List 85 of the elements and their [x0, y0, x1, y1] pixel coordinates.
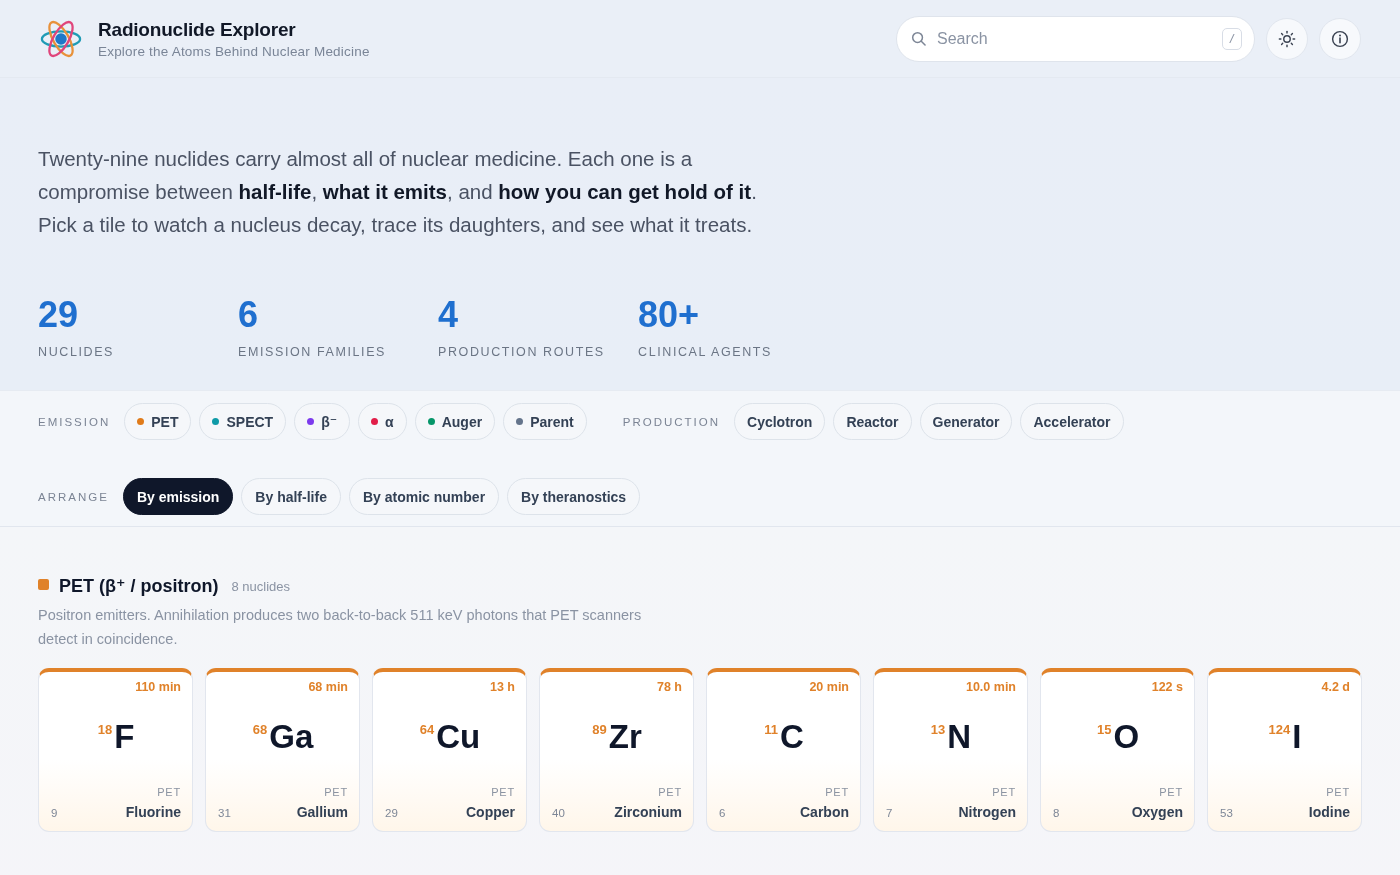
element-name: Oxygen [1131, 804, 1183, 820]
half-life-label: 13 h [490, 680, 515, 694]
emission-label: PET [491, 786, 515, 798]
filter-chip[interactable]: PET [124, 403, 192, 440]
shortcut-key: / [1222, 27, 1242, 50]
filter-chip[interactable]: Parent [503, 403, 587, 440]
element-symbol: N [947, 718, 972, 756]
stat-label: NUCLIDES [38, 345, 115, 359]
emission-label: PET [1326, 786, 1350, 798]
mass-number: 18 [97, 721, 113, 737]
element-symbol: C [779, 718, 804, 756]
search-icon [911, 30, 926, 46]
emission-label: PET [157, 786, 181, 798]
arrange-label: ARRANGE [38, 490, 109, 503]
stat-label: EMISSION FAMILIES [238, 345, 388, 359]
atomic-number: 31 [218, 807, 231, 819]
arrange-option[interactable]: By atomic number [348, 478, 500, 515]
half-life-label: 78 h [657, 680, 682, 694]
group-title: PET (β⁺ / positron) [59, 575, 219, 597]
atomic-number: 29 [385, 807, 398, 819]
info-button[interactable] [1319, 17, 1361, 60]
filter-label: EMISSION [38, 415, 111, 428]
atomic-number: 40 [552, 807, 565, 819]
app-subtitle: Explore the Atoms Behind Nuclear Medicine [98, 43, 370, 59]
atomic-number: 8 [1053, 807, 1060, 819]
arrange-option[interactable]: By half-life [241, 478, 341, 515]
filter-chip[interactable]: SPECT [199, 403, 287, 440]
emission-label: PET [825, 786, 849, 798]
stat-value: 4 [438, 295, 460, 335]
mass-number: 15 [1096, 721, 1112, 737]
half-life-label: 4.2 d [1321, 680, 1350, 694]
theme-toggle-button[interactable] [1266, 17, 1308, 60]
half-life-label: 110 min [135, 680, 181, 694]
element-name: Iodine [1308, 804, 1350, 820]
element-name: Gallium [296, 804, 348, 820]
stat-label: CLINICAL AGENTS [638, 345, 773, 359]
mass-number: 68 [252, 721, 268, 737]
intro-paragraph: Twenty-nine nuclides carry almost all of nuclear medicine. Each one is a compromise between half-life, what it emits, and how you can get hold of it. Pick a tile to watch a nucleus decay, trace its daughters, and see what it treats. [38, 146, 758, 238]
element-symbol: O [1113, 718, 1140, 756]
emission-label: PET [992, 786, 1016, 798]
info-icon [1331, 29, 1349, 48]
sun-icon [1278, 29, 1296, 48]
half-life-label: 68 min [308, 680, 348, 694]
atomic-number: 6 [719, 807, 726, 819]
atomic-number: 7 [886, 807, 893, 819]
mass-number: 13 [930, 721, 946, 737]
filter-chip[interactable]: Reactor [833, 403, 912, 440]
half-life-label: 10.0 min [965, 680, 1016, 694]
half-life-label: 20 min [809, 680, 849, 694]
emission-label: PET [1159, 786, 1183, 798]
filter-chip[interactable]: Generator [919, 403, 1013, 440]
filter-label: PRODUCTION [622, 415, 721, 428]
element-name: Copper [466, 804, 515, 820]
stat-value: 6 [238, 295, 260, 335]
stat-value: 29 [38, 295, 80, 335]
element-symbol: F [114, 718, 135, 756]
app-title: Radionuclide Explorer [98, 18, 297, 41]
filter-chip[interactable]: β⁻ [294, 403, 351, 440]
mass-number: 124 [1268, 721, 1291, 737]
arrange-option[interactable]: By theranostics [507, 478, 641, 515]
arrange-option[interactable]: By emission [122, 478, 234, 515]
group-description: Positron emitters. Annihilation produces two back-to-back 511 keV photons that PET scanners detect in coincidence. [38, 606, 643, 649]
filter-chip[interactable]: α [358, 403, 407, 440]
filter-chip[interactable]: Cyclotron [734, 403, 826, 440]
filter-chip[interactable]: Accelerator [1020, 403, 1124, 440]
filter-chip[interactable]: Auger [414, 403, 496, 440]
mass-number: 11 [764, 721, 778, 737]
element-symbol: Zr [608, 718, 642, 756]
mass-number: 89 [592, 721, 607, 737]
group-count: 8 nuclides [231, 578, 291, 594]
mass-number: 64 [419, 721, 435, 737]
element-name: Zirconium [614, 804, 682, 820]
emission-label: PET [658, 786, 682, 798]
element-name: Fluorine [125, 804, 181, 820]
stat-value: 80+ [638, 295, 701, 335]
stat-label: PRODUCTION ROUTES [438, 345, 606, 359]
element-symbol: Cu [436, 718, 481, 756]
element-symbol: Ga [269, 718, 314, 756]
emission-label: PET [324, 786, 348, 798]
atomic-number: 53 [1220, 807, 1233, 819]
element-symbol: I [1292, 718, 1302, 756]
half-life-label: 122 s [1151, 680, 1183, 694]
atomic-number: 9 [51, 807, 58, 819]
element-name: Carbon [800, 804, 849, 820]
element-name: Nitrogen [958, 804, 1016, 820]
